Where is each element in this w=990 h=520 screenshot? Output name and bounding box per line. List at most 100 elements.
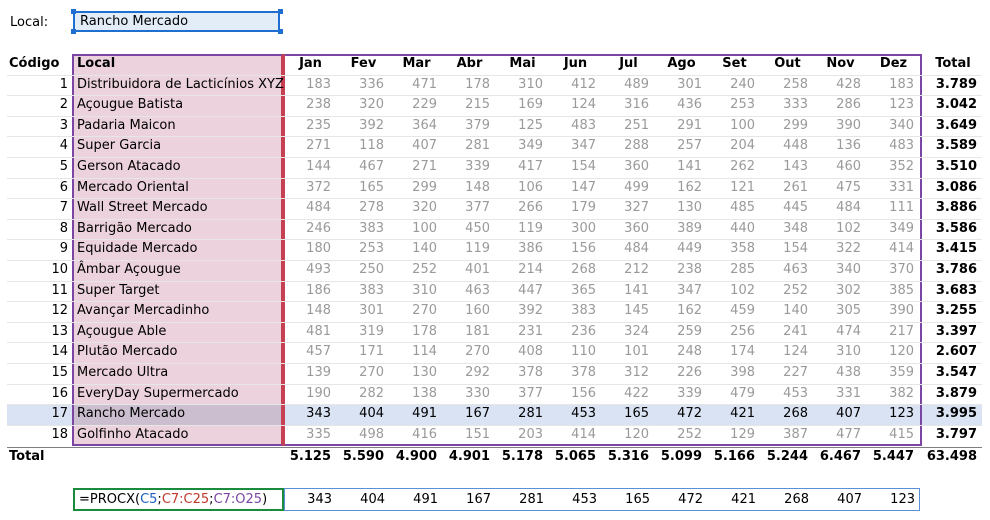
row-month-value[interactable]: 349 [496, 136, 549, 157]
row-month-value[interactable]: 281 [443, 136, 496, 157]
formula-result-value[interactable]: 491 [385, 491, 438, 509]
row-month-value[interactable]: 251 [602, 116, 655, 137]
row-code[interactable]: 3 [7, 116, 72, 137]
row-month-value[interactable]: 390 [867, 301, 920, 322]
row-code[interactable]: 5 [7, 157, 72, 178]
row-month-value[interactable]: 118 [337, 136, 390, 157]
formula-result-value[interactable]: 404 [332, 491, 385, 509]
row-local[interactable]: Açougue Batista [73, 95, 284, 116]
row-month-value[interactable]: 472 [655, 404, 708, 425]
row-month-value[interactable]: 183 [284, 75, 337, 96]
row-code[interactable]: 4 [7, 136, 72, 157]
row-total[interactable]: 3.786 [923, 260, 983, 281]
row-month-value[interactable]: 460 [814, 157, 867, 178]
row-month-value[interactable]: 217 [867, 322, 920, 343]
header-month[interactable]: Jan [284, 54, 337, 75]
row-month-value[interactable]: 259 [655, 322, 708, 343]
row-month-value[interactable]: 229 [390, 95, 443, 116]
row-month-value[interactable]: 300 [549, 219, 602, 240]
row-month-value[interactable]: 162 [655, 301, 708, 322]
row-month-value[interactable]: 250 [337, 260, 390, 281]
formula-result-value[interactable]: 343 [279, 491, 332, 509]
row-month-value[interactable]: 235 [284, 116, 337, 137]
row-local[interactable]: Gerson Atacado [73, 157, 284, 178]
row-month-value[interactable]: 477 [814, 425, 867, 446]
row-month-value[interactable]: 358 [708, 239, 761, 260]
row-month-value[interactable]: 215 [443, 95, 496, 116]
row-month-value[interactable]: 214 [496, 260, 549, 281]
totals-month-value[interactable]: 5.065 [549, 447, 602, 468]
row-month-value[interactable]: 278 [337, 198, 390, 219]
row-month-value[interactable]: 407 [390, 136, 443, 157]
row-month-value[interactable]: 190 [284, 384, 337, 405]
row-month-value[interactable]: 360 [602, 219, 655, 240]
row-month-value[interactable]: 171 [337, 342, 390, 363]
row-month-value[interactable]: 169 [496, 95, 549, 116]
row-month-value[interactable]: 268 [549, 260, 602, 281]
row-month-value[interactable]: 248 [655, 342, 708, 363]
row-total[interactable]: 3.683 [923, 281, 983, 302]
row-month-value[interactable]: 463 [443, 281, 496, 302]
selection-handle[interactable] [71, 9, 76, 14]
formula-result-value[interactable]: 472 [650, 491, 703, 509]
row-month-value[interactable]: 484 [814, 198, 867, 219]
row-month-value[interactable]: 302 [814, 281, 867, 302]
row-total[interactable]: 3.086 [923, 178, 983, 199]
row-month-value[interactable]: 123 [867, 95, 920, 116]
row-month-value[interactable]: 359 [867, 363, 920, 384]
totals-label[interactable]: Total [7, 447, 72, 468]
row-total[interactable]: 3.255 [923, 301, 983, 322]
row-month-value[interactable]: 102 [708, 281, 761, 302]
row-month-value[interactable]: 445 [761, 198, 814, 219]
row-local[interactable]: Super Garcia [73, 136, 284, 157]
totals-month-value[interactable]: 5.447 [867, 447, 920, 468]
row-month-value[interactable]: 101 [602, 342, 655, 363]
row-month-value[interactable]: 489 [602, 75, 655, 96]
row-month-value[interactable]: 141 [655, 157, 708, 178]
header-month[interactable]: Nov [814, 54, 867, 75]
formula-result-value[interactable]: 123 [862, 491, 915, 509]
row-month-value[interactable]: 416 [390, 425, 443, 446]
row-local[interactable]: Distribuidora de Lacticínios XYZ [73, 75, 284, 96]
row-month-value[interactable]: 481 [284, 322, 337, 343]
row-month-value[interactable]: 291 [655, 116, 708, 137]
row-month-value[interactable]: 286 [814, 95, 867, 116]
row-month-value[interactable]: 271 [284, 136, 337, 157]
row-month-value[interactable]: 383 [549, 301, 602, 322]
row-month-value[interactable]: 299 [761, 116, 814, 137]
row-month-value[interactable]: 316 [602, 95, 655, 116]
row-month-value[interactable]: 180 [284, 239, 337, 260]
row-month-value[interactable]: 372 [284, 178, 337, 199]
header-month[interactable]: Fev [337, 54, 390, 75]
row-month-value[interactable]: 453 [549, 404, 602, 425]
row-month-value[interactable]: 178 [443, 75, 496, 96]
row-month-value[interactable]: 144 [284, 157, 337, 178]
row-month-value[interactable]: 414 [867, 239, 920, 260]
row-month-value[interactable]: 484 [602, 239, 655, 260]
row-code[interactable]: 11 [7, 281, 72, 302]
row-month-value[interactable]: 299 [390, 178, 443, 199]
row-month-value[interactable]: 178 [390, 322, 443, 343]
formula-result-value[interactable]: 165 [597, 491, 650, 509]
row-month-value[interactable]: 231 [496, 322, 549, 343]
row-month-value[interactable]: 120 [867, 342, 920, 363]
row-month-value[interactable]: 156 [549, 384, 602, 405]
totals-month-value[interactable]: 4.900 [390, 447, 443, 468]
row-month-value[interactable]: 252 [655, 425, 708, 446]
row-month-value[interactable]: 485 [708, 198, 761, 219]
row-month-value[interactable]: 352 [867, 157, 920, 178]
formula-cell[interactable]: =PROCX(C5;C7:C25;C7:O25) [73, 488, 284, 511]
row-month-value[interactable]: 256 [708, 322, 761, 343]
row-month-value[interactable]: 130 [390, 363, 443, 384]
row-month-value[interactable]: 453 [761, 384, 814, 405]
row-month-value[interactable]: 348 [761, 219, 814, 240]
header-total[interactable]: Total [923, 54, 983, 75]
row-month-value[interactable]: 241 [761, 322, 814, 343]
row-month-value[interactable]: 483 [549, 116, 602, 137]
row-month-value[interactable]: 156 [549, 239, 602, 260]
row-month-value[interactable]: 484 [284, 198, 337, 219]
row-month-value[interactable]: 136 [814, 136, 867, 157]
row-month-value[interactable]: 174 [708, 342, 761, 363]
header-month[interactable]: Set [708, 54, 761, 75]
row-month-value[interactable]: 440 [708, 219, 761, 240]
